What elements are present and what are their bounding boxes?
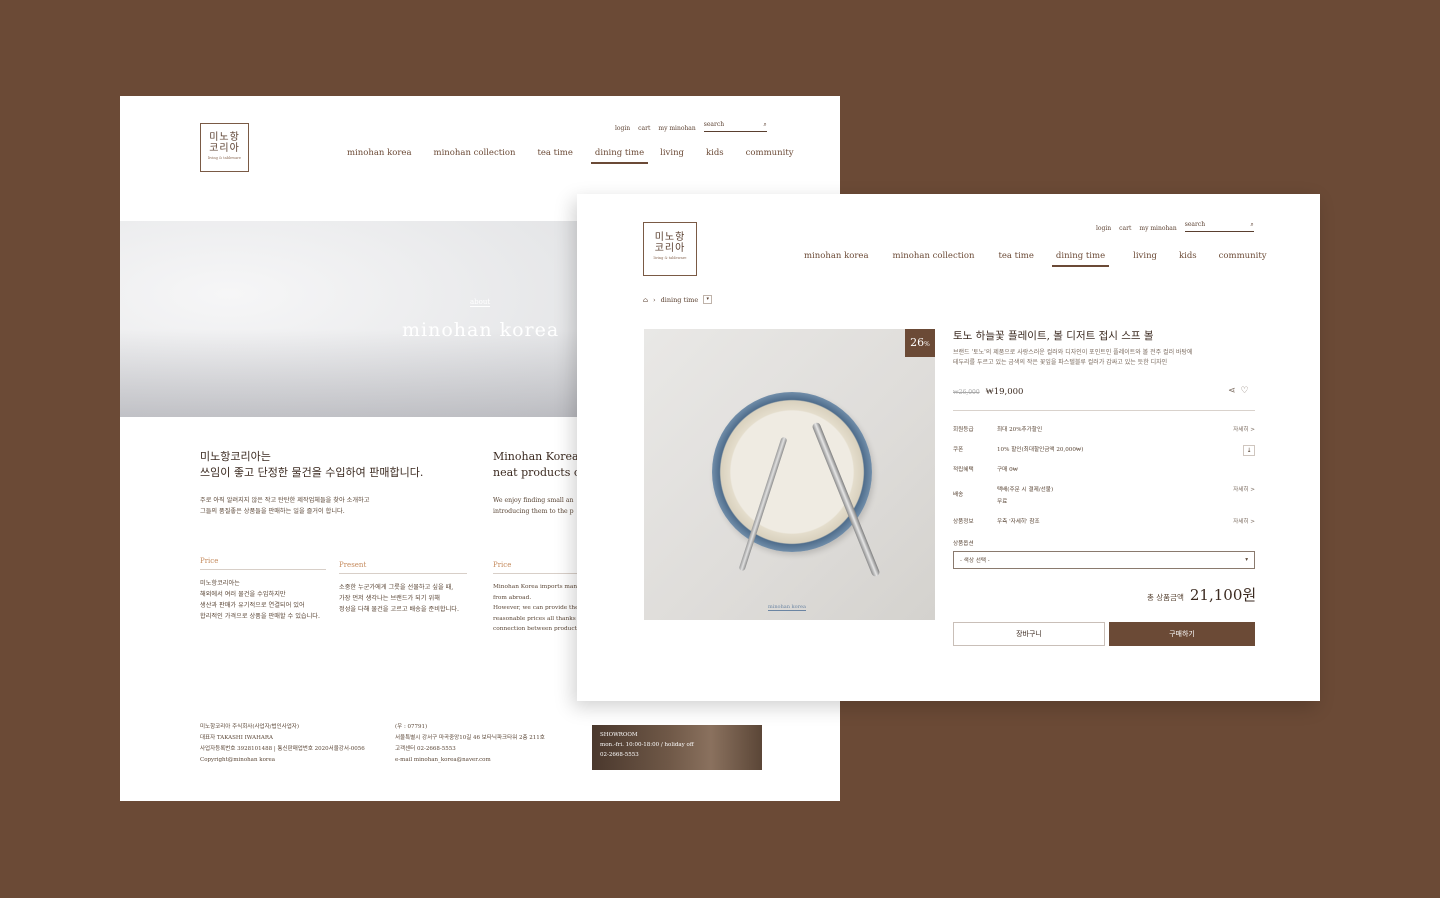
photo-caption: minohan korea	[768, 604, 806, 611]
en-body: We enjoy finding small an introducing th…	[493, 497, 574, 515]
nav-living[interactable]: living	[1133, 251, 1157, 261]
nav-tea-time[interactable]: tea time	[998, 251, 1033, 261]
search-input[interactable]: search ⌕	[1184, 221, 1254, 232]
product-description: 브랜드 '토노'의 제품으로 사랑스러운 컬러와 디자인이 포인트인 플레이트와…	[953, 349, 1193, 366]
list-item: 적립혜택 구매 0₩	[953, 467, 1018, 473]
list-item: 상품정보 우측 '자세히' 참조 자세히 >	[953, 517, 1255, 525]
product-actions: ⋖ ♡	[1228, 386, 1249, 396]
login-link[interactable]: login	[615, 125, 630, 132]
list-item: 회원등급 최대 20%추가할인 자세히 >	[953, 425, 1255, 433]
product-title: 토노 하늘꽃 플레이트, 볼 디저트 접시 스프 볼	[953, 330, 1154, 342]
product-page-window: 미노항 코리아 living & tableware login cart my…	[577, 194, 1320, 701]
nav-minohan-korea[interactable]: minohan korea	[347, 148, 412, 158]
home-icon[interactable]: ⌂	[643, 296, 648, 304]
nav-minohan-korea[interactable]: minohan korea	[804, 251, 869, 261]
my-minohan-link[interactable]: my minohan	[1139, 225, 1176, 232]
nav-kids[interactable]: kids	[706, 148, 724, 158]
detail-link[interactable]: 자세히 >	[1233, 425, 1255, 433]
search-icon[interactable]: ⌕	[1250, 221, 1253, 229]
original-price: ₩26,000	[953, 389, 980, 396]
utility-bar: login cart my minohan search ⌕	[1096, 221, 1254, 232]
cart-link[interactable]: cart	[1119, 225, 1131, 232]
footer-contact-info: (우 : 07791) 서울특별시 강서구 마곡중앙10길 46 보타닉파크타워…	[395, 724, 545, 763]
hero-subtitle: about	[470, 298, 491, 307]
my-minohan-link[interactable]: my minohan	[658, 125, 695, 132]
option-label: 상품옵션	[953, 541, 974, 547]
en-heading: Minohan Korea i neat products of g	[493, 450, 577, 479]
logo-tagline: living & tableware	[653, 256, 687, 260]
value-column-price-en: Price Minohan Korea imports many t from …	[493, 561, 577, 632]
nav-minohan-collection[interactable]: minohan collection	[893, 251, 975, 261]
color-option-select[interactable]: - 색상 선택 - ▾	[953, 551, 1255, 569]
discount-badge: 26%	[905, 329, 935, 357]
brand-logo[interactable]: 미노항 코리아 living & tableware	[643, 222, 697, 276]
hero-title: minohan korea	[402, 319, 560, 341]
main-nav: minohan korea minohan collection tea tim…	[347, 148, 794, 164]
chevron-down-icon: ▾	[1245, 557, 1248, 563]
ko-heading: 미노항코리아는 쓰임이 좋고 단정한 물건을 수입하여 판매합니다.	[200, 450, 424, 479]
logo-line-2: 코리아	[654, 243, 686, 254]
main-nav: minohan korea minohan collection tea tim…	[804, 251, 1267, 267]
chevron-down-icon[interactable]: ▾	[703, 295, 713, 304]
value-column-price: Price 미노항코리아는 해외에서 여러 물건을 수입하지만 생산과 판매가 …	[200, 557, 326, 622]
footer-company-info: 미노항코리아 주식회사(사업자/법인사업자) 대표자 TAKASHI IWAHA…	[200, 724, 365, 763]
logo-line-2: 코리아	[209, 143, 240, 154]
price-block: ₩26,000 ₩19,000	[953, 386, 1023, 397]
total-price: 총 상품금액 21,100원	[1147, 586, 1257, 604]
nav-community[interactable]: community	[746, 148, 794, 158]
cart-link[interactable]: cart	[638, 125, 650, 132]
ko-body: 주로 아직 알려지지 않은 작고 탄탄한 제작업체들을 찾아 소개하고 그들의 …	[200, 497, 370, 515]
logo-line-1: 미노항	[654, 232, 686, 243]
detail-link[interactable]: 자세히 >	[1233, 485, 1255, 505]
nav-minohan-collection[interactable]: minohan collection	[434, 148, 516, 158]
login-link[interactable]: login	[1096, 225, 1111, 232]
buy-now-button[interactable]: 구매하기	[1109, 622, 1255, 646]
heart-icon[interactable]: ♡	[1241, 386, 1249, 396]
nav-dining-time[interactable]: dining time	[1051, 251, 1110, 267]
list-item: 배송 택배(주문 시 결제/선불) 무료 자세히 >	[953, 485, 1255, 505]
plate-image	[712, 392, 872, 552]
value-column-present: Present 소중한 누군가에게 그릇을 선물하고 싶을 때, 가장 먼저 생…	[339, 561, 467, 615]
list-item: 쿠폰 10% 할인(최대할인금액 20,000₩) ⤓	[953, 445, 1255, 456]
detail-link[interactable]: 자세히 >	[1233, 517, 1255, 525]
utility-bar: login cart my minohan search ⌕	[615, 121, 767, 132]
search-placeholder: search	[1184, 221, 1206, 228]
download-coupon-icon[interactable]: ⤓	[1243, 445, 1255, 456]
logo-line-1: 미노항	[209, 132, 240, 143]
search-input[interactable]: search ⌕	[703, 121, 767, 132]
nav-kids[interactable]: kids	[1179, 251, 1197, 261]
sale-price: ₩19,000	[985, 387, 1024, 397]
nav-community[interactable]: community	[1219, 251, 1267, 261]
product-image[interactable]: minohan korea	[644, 329, 935, 620]
add-to-cart-button[interactable]: 장바구니	[953, 622, 1105, 646]
breadcrumb-current[interactable]: dining time	[661, 296, 699, 304]
chevron-right-icon: ›	[652, 295, 656, 304]
brand-logo[interactable]: 미노항 코리아 living & tableware	[200, 123, 249, 172]
nav-dining-time[interactable]: dining time	[590, 148, 649, 164]
search-placeholder: search	[703, 121, 725, 128]
share-icon[interactable]: ⋖	[1228, 386, 1236, 396]
breadcrumb: ⌂ › dining time ▾	[643, 295, 713, 304]
logo-tagline: living & tableware	[208, 156, 241, 160]
nav-tea-time[interactable]: tea time	[537, 148, 572, 158]
nav-living[interactable]: living	[660, 148, 684, 158]
search-icon[interactable]: ⌕	[763, 121, 766, 129]
showroom-banner[interactable]: SHOWROOM mon.-fri. 10:00-18:00 / holiday…	[592, 725, 762, 770]
